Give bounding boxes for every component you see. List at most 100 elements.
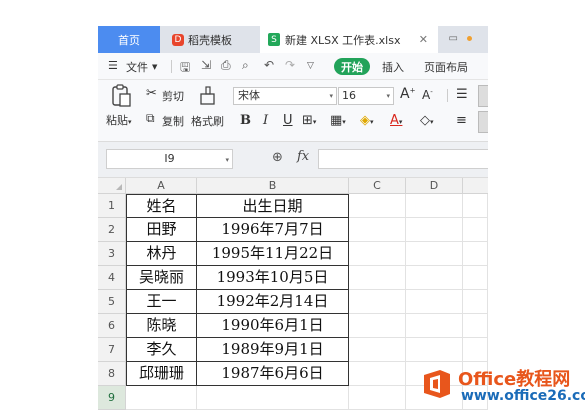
row-header[interactable]: 7 [98,338,126,362]
customize-dropdown-icon[interactable]: ▽ [307,61,314,71]
grid-cell[interactable] [349,266,406,290]
grid-cell[interactable] [406,314,463,338]
grid-cell[interactable] [349,194,406,218]
column-header-c[interactable]: C [349,178,406,194]
table-cell[interactable]: 1992年2月14日 [197,290,349,314]
row-header[interactable]: 6 [98,314,126,338]
copy-icon[interactable]: ⧉ [146,111,155,126]
table-cell[interactable]: 王一 [126,290,197,314]
grid-cell[interactable] [463,218,488,242]
tab-home[interactable]: 首页 [98,26,160,53]
font-size-select[interactable]: 16 ▾ [338,87,394,105]
border-icon[interactable]: ⊞▾ [302,113,316,128]
grid-cell[interactable] [406,338,463,362]
grid-cell[interactable] [463,242,488,266]
column-header-a[interactable]: A [126,178,197,194]
table-cell[interactable]: 1990年6月1日 [197,314,349,338]
table-cell[interactable]: 1987年6月6日 [197,362,349,386]
table-header-cell[interactable]: 出生日期 [197,194,349,218]
grid-cell[interactable] [197,386,349,410]
tab-page-layout[interactable]: 页面布局 [424,59,468,75]
grid-cell[interactable] [349,338,406,362]
font-shrink-button[interactable]: A- [422,88,433,102]
cell-style-icon[interactable]: ▦▾ [330,113,346,128]
font-grow-button[interactable]: A+ [400,86,415,102]
grid-cell[interactable] [349,218,406,242]
grid-cell[interactable] [406,194,463,218]
align-group-button-2[interactable] [478,111,488,133]
tab-insert[interactable]: 插入 [382,59,404,75]
insert-function-button[interactable]: fx [297,149,309,164]
redo-icon[interactable]: ↷ [285,58,295,72]
save-icon[interactable]: 🖫 [180,58,190,79]
file-menu[interactable]: 文件 [126,59,148,75]
table-header-cell[interactable]: 姓名 [126,194,197,218]
grid-cell[interactable] [349,242,406,266]
grid-cell[interactable] [463,194,488,218]
fill-color-icon[interactable]: ◈▾ [360,113,374,128]
grid-cell[interactable] [126,386,197,410]
tab-daoke-templates[interactable]: D 稻壳模板 [162,26,258,53]
copy-button[interactable]: 复制 [162,113,184,129]
notification-dot-icon[interactable] [467,36,472,41]
grid-cell[interactable] [349,290,406,314]
align-group-button[interactable] [478,85,488,107]
name-box[interactable]: I9 ▾ [106,149,233,169]
grid-cell[interactable] [406,242,463,266]
print-preview-icon[interactable]: ⌕ [242,58,249,73]
tab-start[interactable]: 开始 [334,58,370,75]
align-left-icon[interactable]: ≡ [456,113,467,128]
export-icon[interactable]: ⇲ [201,58,211,72]
select-all-corner[interactable] [98,178,126,194]
zoom-search-icon[interactable]: ⊕ [272,150,283,165]
grid-cell[interactable] [463,266,488,290]
grid-cell[interactable] [406,218,463,242]
align-top-icon[interactable]: ☰ [456,87,468,102]
italic-button[interactable]: I [263,113,268,128]
grid-cell[interactable] [349,386,406,410]
grid-cell[interactable] [349,314,406,338]
row-header[interactable]: 5 [98,290,126,314]
formula-input[interactable] [318,149,488,169]
grid-cell[interactable] [463,290,488,314]
column-header-e[interactable] [463,178,488,194]
row-header[interactable]: 1 [98,194,126,218]
table-cell[interactable]: 1995年11月22日 [197,242,349,266]
close-tab-icon[interactable]: ✕ [419,33,428,46]
chevron-down-icon[interactable]: ▼ [152,63,157,71]
undo-icon[interactable]: ↶ [264,58,274,72]
column-header-b[interactable]: B [197,178,349,194]
grid-cell[interactable] [463,338,488,362]
row-header[interactable]: 2 [98,218,126,242]
table-cell[interactable]: 陈晓 [126,314,197,338]
grid-cell[interactable] [463,314,488,338]
table-cell[interactable]: 1989年9月1日 [197,338,349,362]
scissors-icon[interactable]: ✂ [146,86,157,101]
grid-cell[interactable] [349,362,406,386]
row-header-selected[interactable]: 9 [98,386,126,410]
table-cell[interactable]: 林丹 [126,242,197,266]
column-header-d[interactable]: D [406,178,463,194]
paste-label[interactable]: 粘贴▾ [106,112,132,128]
cut-button[interactable]: 剪切 [162,88,184,104]
font-color-button[interactable]: A▾ [390,113,402,128]
table-cell[interactable]: 李久 [126,338,197,362]
clear-format-icon[interactable]: ◇▾ [420,113,434,128]
table-cell[interactable]: 田野 [126,218,197,242]
row-header[interactable]: 4 [98,266,126,290]
paste-icon[interactable] [110,84,132,108]
hamburger-menu-icon[interactable]: ☰ [108,59,118,72]
tab-active-file[interactable]: S 新建 XLSX 工作表.xlsx ✕ [260,26,438,53]
format-painter-icon[interactable] [198,85,218,107]
row-header[interactable]: 8 [98,362,126,386]
font-name-select[interactable]: 宋体 ▾ [233,87,337,105]
grid-cell[interactable] [406,266,463,290]
monitor-icon[interactable]: ▭ [449,33,458,44]
table-cell[interactable]: 吴晓丽 [126,266,197,290]
bold-button[interactable]: B [240,113,251,128]
format-painter-button[interactable]: 格式刷 [191,113,224,129]
row-header[interactable]: 3 [98,242,126,266]
grid-cell[interactable] [406,290,463,314]
underline-button[interactable]: U [283,113,293,128]
table-cell[interactable]: 1993年10月5日 [197,266,349,290]
